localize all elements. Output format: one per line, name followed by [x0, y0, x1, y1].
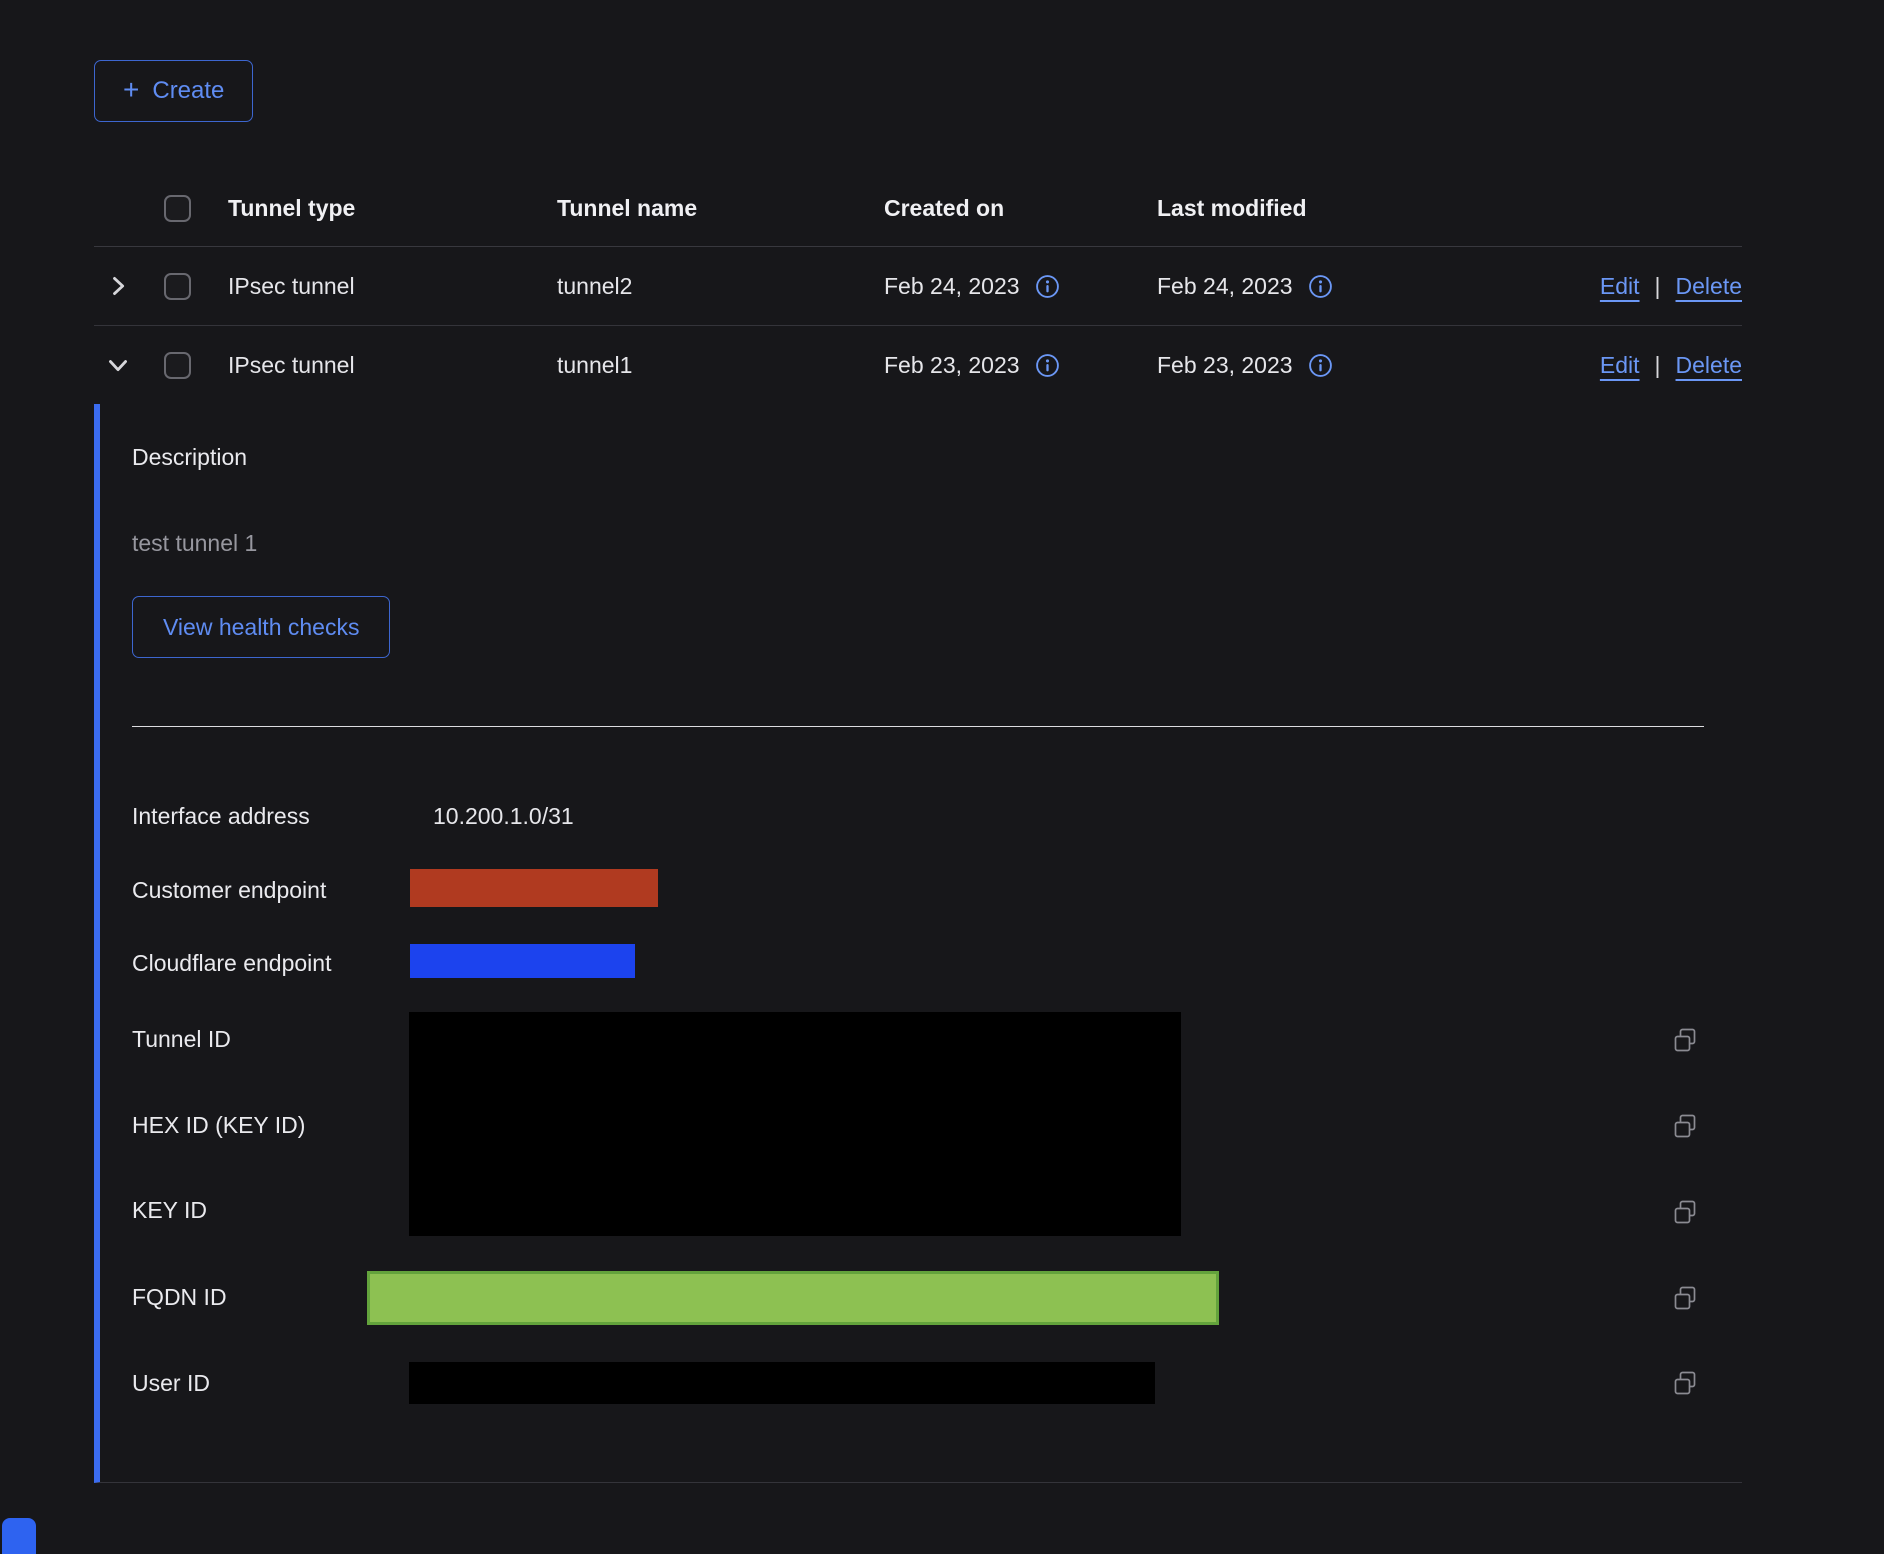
last-modified-value: Feb 24, 2023	[1157, 273, 1293, 300]
expand-toggle[interactable]	[94, 272, 142, 300]
table-row-tunnel1: IPsec tunnel tunnel1 Feb 23, 2023 Feb 23…	[94, 326, 1742, 404]
key-id-label: KEY ID	[132, 1197, 207, 1224]
corner-widget-button[interactable]	[2, 1518, 36, 1554]
delete-link[interactable]: Delete	[1676, 273, 1742, 300]
fqdn-id-redacted-value	[367, 1271, 1219, 1325]
interface-address-value: 10.200.1.0/31	[433, 803, 574, 830]
customer-endpoint-redacted-value	[410, 869, 658, 907]
edit-link[interactable]: Edit	[1600, 273, 1640, 300]
copy-user-id-icon[interactable]	[1670, 1368, 1700, 1398]
chevron-down-icon	[104, 351, 132, 379]
header-tunnel-type: Tunnel type	[228, 195, 557, 222]
copy-key-id-icon[interactable]	[1670, 1197, 1700, 1227]
row-checkbox[interactable]	[164, 352, 191, 379]
delete-link[interactable]: Delete	[1676, 352, 1742, 379]
copy-fqdn-id-icon[interactable]	[1670, 1283, 1700, 1313]
row-checkbox[interactable]	[164, 273, 191, 300]
info-icon[interactable]	[1308, 353, 1333, 378]
tunnels-table: Tunnel type Tunnel name Created on Last …	[94, 170, 1742, 1483]
hex-id-label: HEX ID (KEY ID)	[132, 1112, 305, 1139]
created-on-value: Feb 23, 2023	[884, 352, 1020, 379]
tunnel-type-value: IPsec tunnel	[228, 352, 557, 379]
select-all-checkbox[interactable]	[164, 195, 191, 222]
info-icon[interactable]	[1308, 274, 1333, 299]
link-separator: |	[1655, 352, 1661, 379]
tunnel-type-value: IPsec tunnel	[228, 273, 557, 300]
last-modified-value: Feb 23, 2023	[1157, 352, 1293, 379]
header-last-modified: Last modified	[1157, 195, 1512, 222]
copy-hex-id-icon[interactable]	[1670, 1111, 1700, 1141]
plus-icon: +	[123, 76, 139, 104]
chevron-right-icon	[104, 272, 132, 300]
description-label: Description	[132, 444, 247, 471]
tunnels-page: + Create Tunnel type Tunnel name Created…	[0, 0, 1884, 1554]
header-tunnel-name: Tunnel name	[557, 195, 884, 222]
tunnel-hex-key-ids-redacted-value	[409, 1012, 1181, 1236]
create-button[interactable]: + Create	[94, 60, 253, 122]
table-row-tunnel2: IPsec tunnel tunnel2 Feb 24, 2023 Feb 24…	[94, 247, 1742, 326]
info-icon[interactable]	[1035, 353, 1060, 378]
user-id-redacted-value	[409, 1362, 1155, 1404]
cloudflare-endpoint-label: Cloudflare endpoint	[132, 950, 331, 977]
tunnel-id-label: Tunnel ID	[132, 1026, 231, 1053]
header-created-on: Created on	[884, 195, 1157, 222]
info-icon[interactable]	[1035, 274, 1060, 299]
section-divider	[132, 726, 1704, 727]
tunnel-detail-panel: Description test tunnel 1 View health ch…	[94, 404, 1742, 1483]
table-header-row: Tunnel type Tunnel name Created on Last …	[94, 170, 1742, 247]
view-health-checks-button[interactable]: View health checks	[132, 596, 390, 658]
tunnel-name-value: tunnel2	[557, 273, 884, 300]
copy-tunnel-id-icon[interactable]	[1670, 1025, 1700, 1055]
create-button-label: Create	[152, 77, 224, 105]
link-separator: |	[1655, 273, 1661, 300]
created-on-value: Feb 24, 2023	[884, 273, 1020, 300]
edit-link[interactable]: Edit	[1600, 352, 1640, 379]
customer-endpoint-label: Customer endpoint	[132, 877, 326, 904]
cloudflare-endpoint-redacted-value	[410, 944, 635, 978]
user-id-label: User ID	[132, 1370, 210, 1397]
fqdn-id-label: FQDN ID	[132, 1284, 227, 1311]
description-value: test tunnel 1	[132, 530, 257, 557]
collapse-toggle[interactable]	[94, 351, 142, 379]
interface-address-label: Interface address	[132, 803, 310, 830]
tunnel-name-value: tunnel1	[557, 352, 884, 379]
